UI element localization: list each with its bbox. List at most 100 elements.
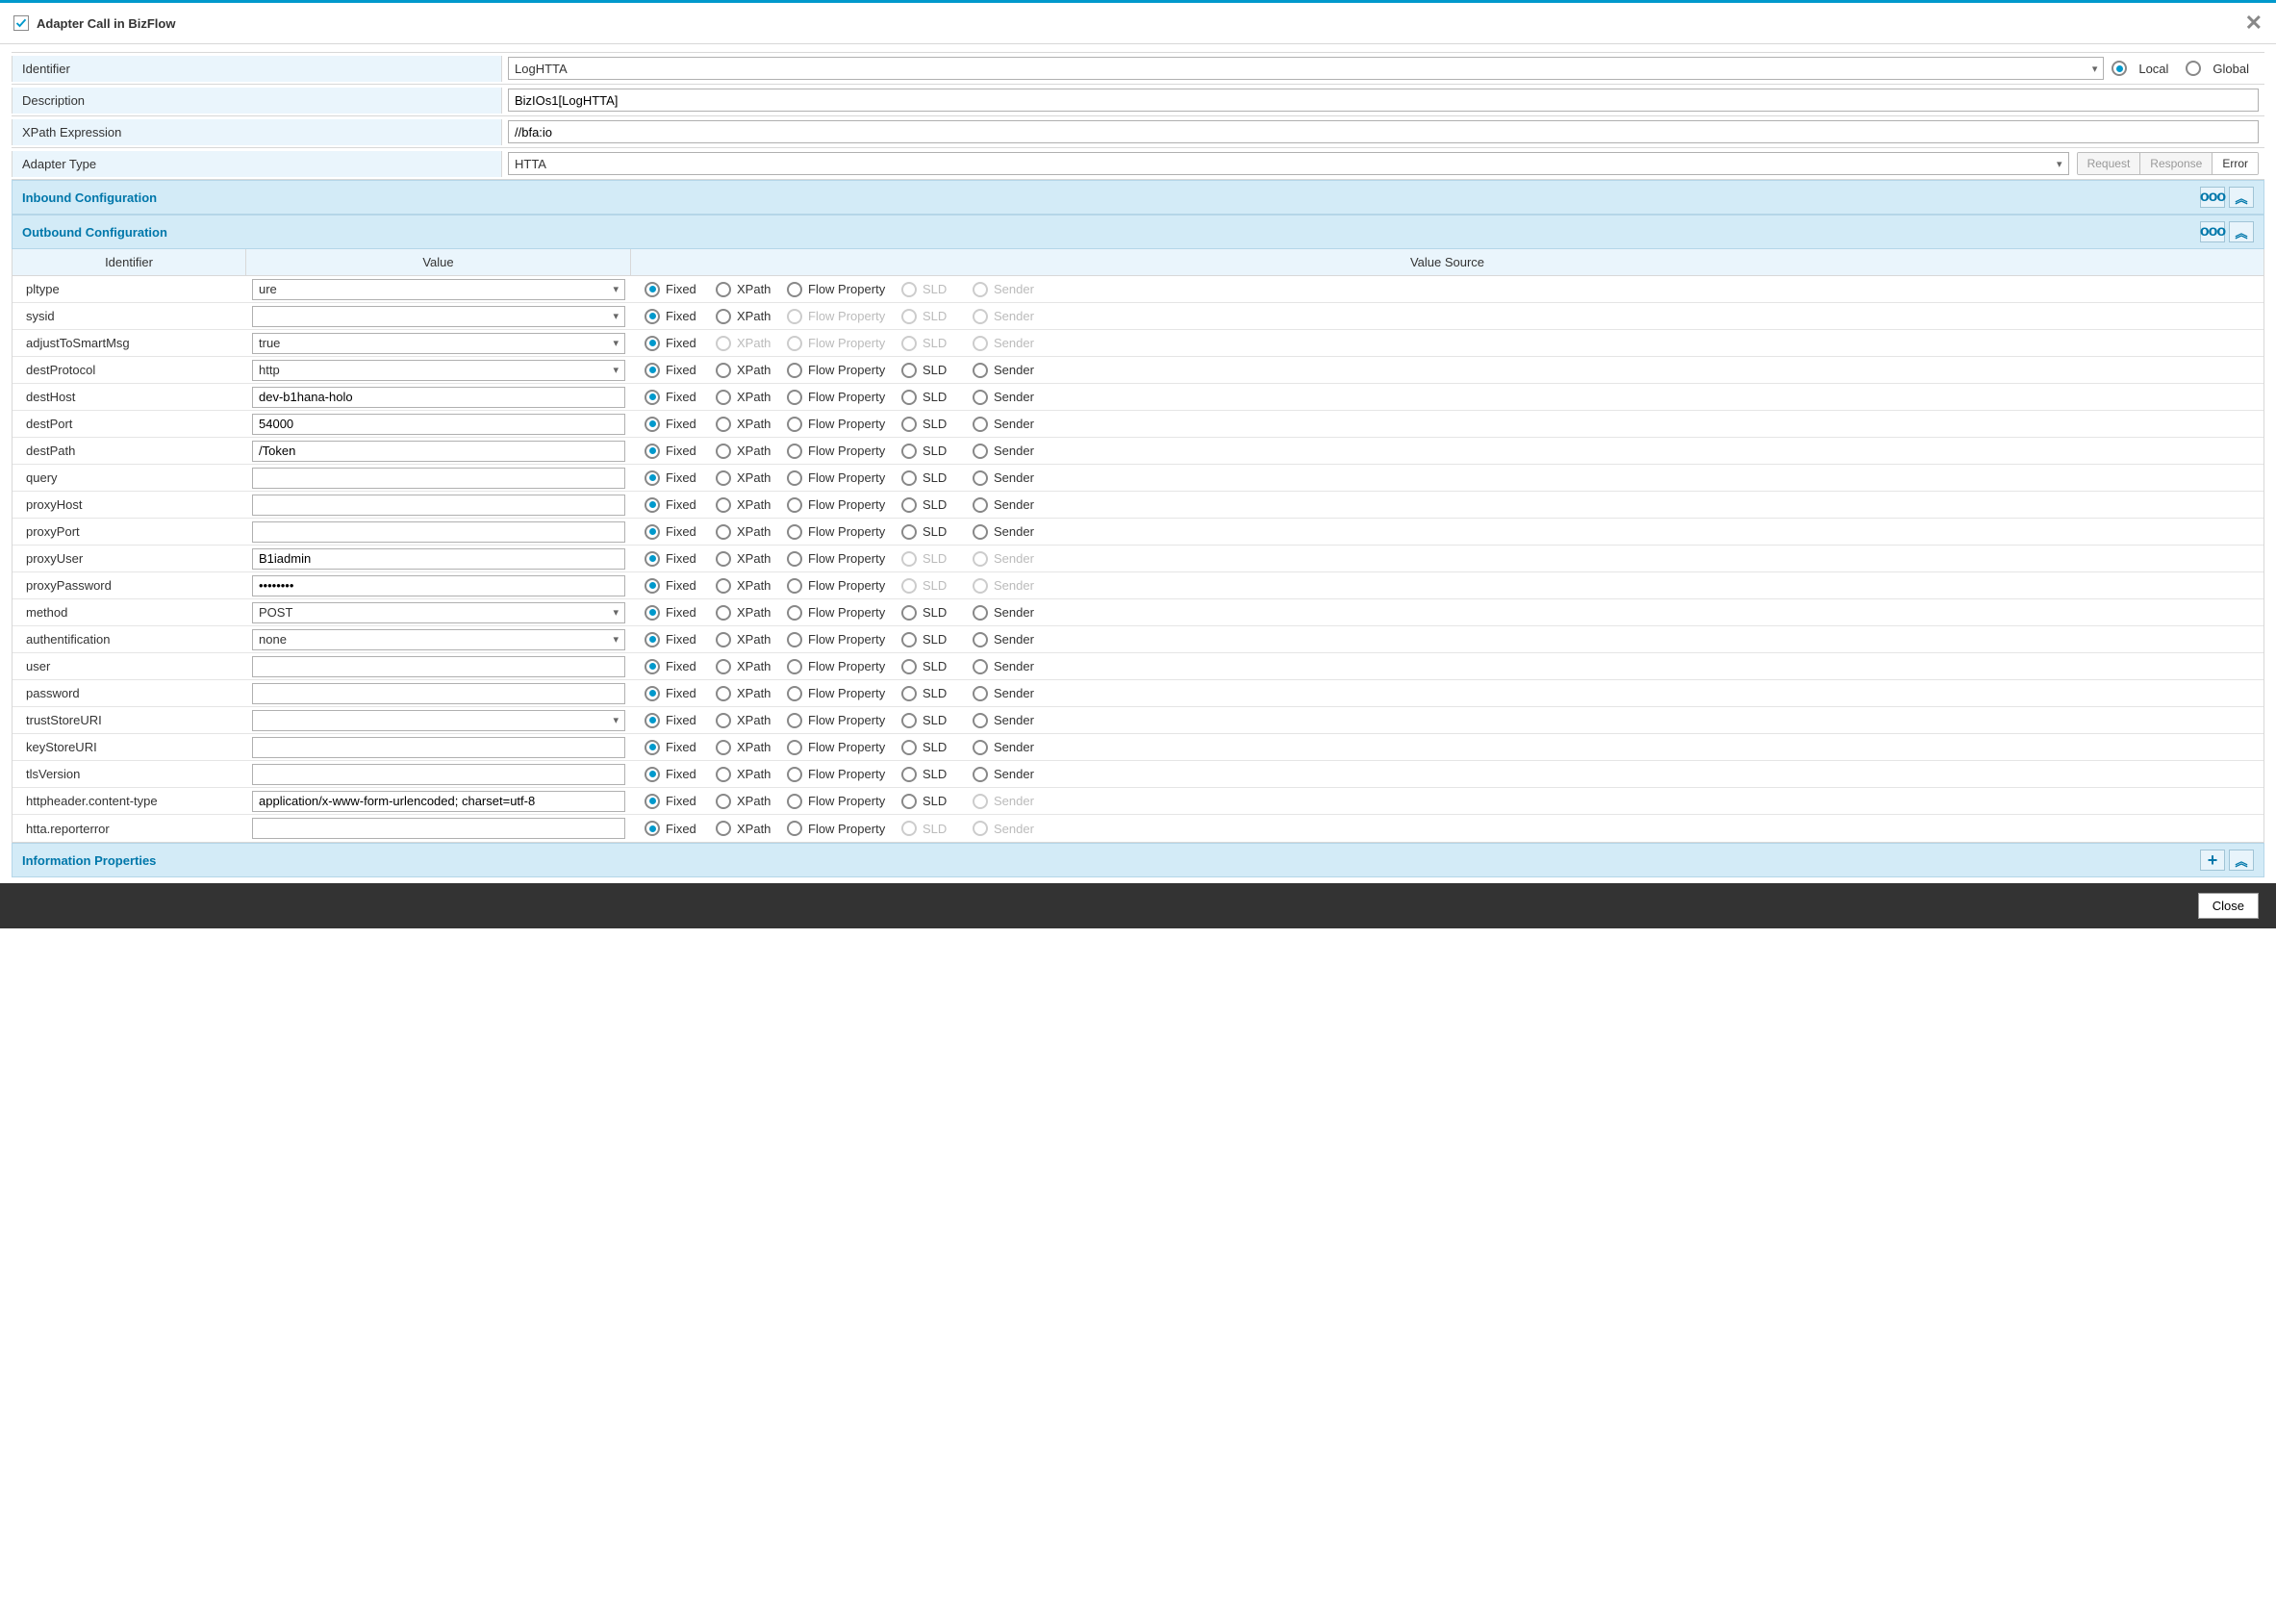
source-flow-option[interactable]: Flow Property [787,417,898,432]
source-xpath-option[interactable]: XPath [716,497,783,513]
source-flow-radio[interactable] [787,417,802,432]
row-value-select[interactable]: none▾ [252,629,625,650]
source-sender-option[interactable]: Sender [973,605,1040,621]
adapter-type-select[interactable]: HTTA ▾ [508,152,2069,175]
source-flow-radio[interactable] [787,767,802,782]
source-sender-radio[interactable] [973,470,988,486]
source-sender-radio[interactable] [973,632,988,647]
source-flow-option[interactable]: Flow Property [787,740,898,755]
source-flow-radio[interactable] [787,363,802,378]
outbound-section-header[interactable]: Outbound Configuration ooo ︽ [12,215,2264,249]
source-flow-option[interactable]: Flow Property [787,767,898,782]
collapse-button[interactable]: ︽ [2229,850,2254,871]
row-value-input[interactable] [252,656,625,677]
source-xpath-radio[interactable] [716,740,731,755]
source-flow-radio[interactable] [787,390,802,405]
row-value-input[interactable] [252,764,625,785]
scope-global-radio[interactable] [2186,61,2201,76]
source-sender-radio[interactable] [973,740,988,755]
source-xpath-radio[interactable] [716,686,731,701]
source-sld-option[interactable]: SLD [901,632,969,647]
source-sld-option[interactable]: SLD [901,794,969,809]
source-sender-option[interactable]: Sender [973,740,1040,755]
source-flow-radio[interactable] [787,497,802,513]
source-xpath-option[interactable]: XPath [716,444,783,459]
source-fixed-option[interactable]: Fixed [645,767,712,782]
source-fixed-radio[interactable] [645,470,660,486]
source-flow-option[interactable]: Flow Property [787,363,898,378]
row-value-input[interactable] [252,737,625,758]
source-sender-option[interactable]: Sender [973,390,1040,405]
inbound-section-header[interactable]: Inbound Configuration ooo ︽ [12,180,2264,215]
source-fixed-radio[interactable] [645,524,660,540]
source-flow-radio[interactable] [787,282,802,297]
row-value-input[interactable] [252,441,625,462]
source-sender-radio[interactable] [973,686,988,701]
source-fixed-option[interactable]: Fixed [645,632,712,647]
source-xpath-radio[interactable] [716,713,731,728]
info-props-section-header[interactable]: Information Properties + ︽ [12,843,2264,877]
source-xpath-radio[interactable] [716,363,731,378]
source-sld-option[interactable]: SLD [901,740,969,755]
source-xpath-option[interactable]: XPath [716,390,783,405]
source-flow-radio[interactable] [787,821,802,836]
source-fixed-radio[interactable] [645,767,660,782]
source-sld-option[interactable]: SLD [901,444,969,459]
source-sld-option[interactable]: SLD [901,417,969,432]
source-flow-option[interactable]: Flow Property [787,659,898,674]
source-sld-radio[interactable] [901,497,917,513]
source-flow-option[interactable]: Flow Property [787,713,898,728]
source-flow-option[interactable]: Flow Property [787,551,898,567]
source-xpath-option[interactable]: XPath [716,686,783,701]
xpath-input[interactable] [508,120,2259,143]
source-xpath-option[interactable]: XPath [716,578,783,594]
source-sender-option[interactable]: Sender [973,524,1040,540]
description-input[interactable] [508,89,2259,112]
source-sld-radio[interactable] [901,470,917,486]
source-fixed-option[interactable]: Fixed [645,309,712,324]
row-value-input[interactable] [252,791,625,812]
source-xpath-radio[interactable] [716,578,731,594]
title-checkbox[interactable] [13,15,29,31]
response-button[interactable]: Response [2140,153,2213,174]
source-flow-radio[interactable] [787,524,802,540]
source-flow-radio[interactable] [787,740,802,755]
source-flow-radio[interactable] [787,632,802,647]
source-fixed-option[interactable]: Fixed [645,363,712,378]
source-fixed-option[interactable]: Fixed [645,713,712,728]
source-sld-radio[interactable] [901,417,917,432]
source-xpath-radio[interactable] [716,470,731,486]
source-sender-radio[interactable] [973,497,988,513]
row-value-input[interactable] [252,548,625,570]
source-xpath-option[interactable]: XPath [716,740,783,755]
source-xpath-radio[interactable] [716,417,731,432]
source-sender-option[interactable]: Sender [973,686,1040,701]
source-fixed-radio[interactable] [645,444,660,459]
source-xpath-option[interactable]: XPath [716,524,783,540]
source-sld-radio[interactable] [901,686,917,701]
source-fixed-radio[interactable] [645,659,660,674]
source-sender-radio[interactable] [973,605,988,621]
source-xpath-radio[interactable] [716,659,731,674]
source-fixed-option[interactable]: Fixed [645,524,712,540]
source-sld-option[interactable]: SLD [901,605,969,621]
source-xpath-radio[interactable] [716,524,731,540]
source-sender-radio[interactable] [973,659,988,674]
source-sld-radio[interactable] [901,444,917,459]
source-sender-radio[interactable] [973,363,988,378]
source-fixed-radio[interactable] [645,578,660,594]
source-xpath-radio[interactable] [716,309,731,324]
source-xpath-radio[interactable] [716,497,731,513]
source-sld-radio[interactable] [901,767,917,782]
source-flow-radio[interactable] [787,444,802,459]
source-fixed-radio[interactable] [645,821,660,836]
source-flow-radio[interactable] [787,578,802,594]
source-fixed-option[interactable]: Fixed [645,686,712,701]
row-value-input[interactable] [252,818,625,839]
source-sld-radio[interactable] [901,363,917,378]
source-flow-option[interactable]: Flow Property [787,605,898,621]
source-fixed-radio[interactable] [645,686,660,701]
source-sender-option[interactable]: Sender [973,417,1040,432]
source-sender-option[interactable]: Sender [973,497,1040,513]
source-sender-option[interactable]: Sender [973,363,1040,378]
